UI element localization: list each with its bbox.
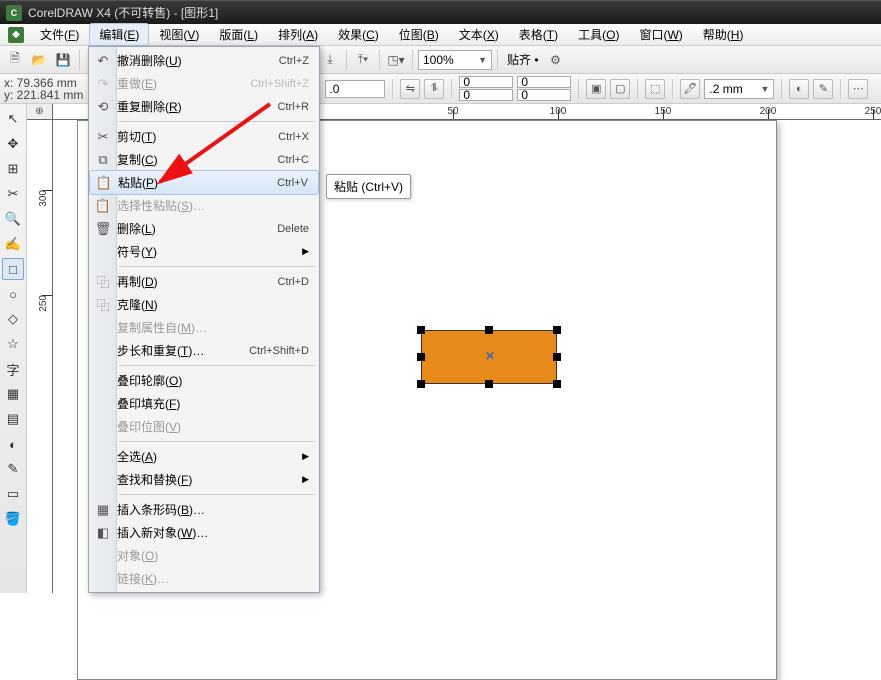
- tool-6[interactable]: □: [2, 258, 24, 280]
- menu-5[interactable]: 效果(C): [328, 23, 389, 46]
- selection-handle[interactable]: [553, 380, 561, 388]
- selection-handle[interactable]: [417, 353, 425, 361]
- spin-2a[interactable]: 0: [517, 76, 571, 88]
- window-title: CorelDRAW X4 (不可转售) - [图形1]: [28, 4, 218, 21]
- selection-handle[interactable]: [553, 326, 561, 334]
- mirror-h-icon[interactable]: ⇋: [400, 79, 420, 99]
- coordinates-readout: x: 79.366 mm y: 221.841 mm: [4, 77, 83, 101]
- wrap-icon[interactable]: ⬚: [645, 79, 665, 99]
- tool-9[interactable]: ☆: [2, 333, 24, 355]
- menu-2[interactable]: 视图(V): [149, 23, 209, 46]
- more-icon[interactable]: ⋯: [848, 79, 868, 99]
- tool-8[interactable]: ◇: [2, 308, 24, 330]
- menu-item-剪切[interactable]: ✂剪切(T)Ctrl+X: [89, 125, 319, 148]
- tool-7[interactable]: ○: [2, 283, 24, 305]
- menu-item-全选[interactable]: 全选(A)▶: [89, 445, 319, 468]
- menu-bar: ◆ 文件(F)编辑(E)视图(V)版面(L)排列(A)效果(C)位图(B)文本(…: [0, 24, 881, 46]
- selection-handle[interactable]: [485, 380, 493, 388]
- menu-item-再制[interactable]: ⿻再制(D)Ctrl+D: [89, 270, 319, 293]
- to-back-icon[interactable]: ▢: [610, 79, 630, 99]
- selection-handle[interactable]: [417, 326, 425, 334]
- menu-7[interactable]: 文本(X): [449, 23, 509, 46]
- selection-handle[interactable]: [417, 380, 425, 388]
- menu-item-复制[interactable]: ⧉复制(C)Ctrl+C: [89, 148, 319, 171]
- tool-1[interactable]: ✥: [2, 133, 24, 155]
- tool-14[interactable]: ✎: [2, 458, 24, 480]
- selection-center-icon[interactable]: ✕: [485, 349, 495, 363]
- menu-8[interactable]: 表格(T): [509, 23, 568, 46]
- tooltip: 粘贴 (Ctrl+V): [326, 174, 411, 199]
- to-front-icon[interactable]: ▣: [586, 79, 606, 99]
- tool-15[interactable]: ▭: [2, 483, 24, 505]
- ruler-vertical: 300250: [27, 120, 53, 593]
- menu-item-步长和重复[interactable]: 步长和重复(T)…Ctrl+Shift+D: [89, 339, 319, 362]
- menu-1[interactable]: 编辑(E): [89, 23, 149, 46]
- export-icon[interactable]: ⤒▾: [352, 49, 374, 71]
- tool-10[interactable]: 字: [2, 358, 24, 380]
- spin-1a[interactable]: 0: [459, 76, 513, 88]
- menu-0[interactable]: 文件(F): [30, 23, 89, 46]
- menu-item-叠印位图: 叠印位图(V): [89, 415, 319, 438]
- menu-item-克隆[interactable]: ⿻克隆(N): [89, 293, 319, 316]
- menu-item-叠印填充[interactable]: 叠印填充(F): [89, 392, 319, 415]
- menu-11[interactable]: 帮助(H): [693, 23, 754, 46]
- app-icon-small[interactable]: ◆: [8, 27, 24, 43]
- app-launcher-icon[interactable]: ◳▾: [385, 49, 407, 71]
- selection-handle[interactable]: [553, 353, 561, 361]
- save-icon[interactable]: 💾: [52, 49, 74, 71]
- menu-item-选择性粘贴: 📋选择性粘贴(S)…: [89, 194, 319, 217]
- tool-0[interactable]: ↖: [2, 108, 24, 130]
- menu-item-重复删除[interactable]: ⟲重复删除(R)Ctrl+R: [89, 95, 319, 118]
- tool-5[interactable]: ✍: [2, 233, 24, 255]
- menu-4[interactable]: 排列(A): [268, 23, 328, 46]
- outline-pen-icon[interactable]: 🖊: [680, 79, 700, 99]
- tool-4[interactable]: 🔍: [2, 208, 24, 230]
- menu-item-查找和替换[interactable]: 查找和替换(F)▶: [89, 468, 319, 491]
- menu-item-粘贴[interactable]: 📋粘贴(P)Ctrl+V: [89, 170, 319, 195]
- new-icon[interactable]: 🗎: [4, 49, 26, 71]
- tool-3[interactable]: ✂: [2, 183, 24, 205]
- menu-item-叠印轮廓[interactable]: 叠印轮廓(O): [89, 369, 319, 392]
- convert-icon[interactable]: ◐: [789, 79, 809, 99]
- options-icon[interactable]: ⚙: [545, 49, 567, 71]
- spin-2b[interactable]: 0: [517, 89, 571, 101]
- tool-2[interactable]: ⊞: [2, 158, 24, 180]
- menu-10[interactable]: 窗口(W): [629, 23, 692, 46]
- menu-3[interactable]: 版面(L): [209, 23, 268, 46]
- menu-item-撤消删除[interactable]: ↶撤消删除(U)Ctrl+Z: [89, 49, 319, 72]
- menu-item-重做: ↷重做(E)Ctrl+Shift+Z: [89, 72, 319, 95]
- menu-item-删除[interactable]: 🗑删除(L)Delete: [89, 217, 319, 240]
- tool-12[interactable]: ▤: [2, 408, 24, 430]
- spin-1b[interactable]: 0: [459, 89, 513, 101]
- selection-handle[interactable]: [485, 326, 493, 334]
- tool-11[interactable]: ▦: [2, 383, 24, 405]
- menu-item-插入新对象[interactable]: ◧插入新对象(W)…: [89, 521, 319, 544]
- edit-menu-dropdown: ↶撤消删除(U)Ctrl+Z↷重做(E)Ctrl+Shift+Z⟲重复删除(R)…: [88, 46, 320, 593]
- edit-icon[interactable]: ✎: [813, 79, 833, 99]
- toolbox: ↖ ✥ ⊞ ✂ 🔍 ✍ □ ○ ◇ ☆ 字 ▦ ▤ ◐ ✎ ▭ 🪣: [0, 104, 27, 593]
- ruler-origin[interactable]: ⊕: [27, 104, 53, 120]
- menu-item-符号[interactable]: 符号(Y)▶: [89, 240, 319, 263]
- menu-item-插入条形码[interactable]: ▦插入条形码(B)…: [89, 498, 319, 521]
- rotation-field[interactable]: .0: [325, 80, 385, 98]
- tool-13[interactable]: ◐: [2, 433, 24, 455]
- outline-width-field[interactable]: .2 mm▼: [704, 79, 774, 99]
- menu-item-复制属性自: 复制属性自(M)…: [89, 316, 319, 339]
- menu-item-对象: 对象(O): [89, 544, 319, 567]
- zoom-field[interactable]: 100%▼: [418, 50, 492, 70]
- import-icon[interactable]: ⤓: [319, 49, 341, 71]
- mirror-v-icon[interactable]: ⥮: [424, 79, 444, 99]
- menu-item-链接: 链接(K)…: [89, 567, 319, 590]
- snap-dropdown[interactable]: 贴齐 •: [503, 51, 543, 68]
- title-bar: C CorelDRAW X4 (不可转售) - [图形1]: [0, 0, 881, 24]
- menu-6[interactable]: 位图(B): [389, 23, 449, 46]
- menu-9[interactable]: 工具(O): [568, 23, 629, 46]
- tool-16[interactable]: 🪣: [2, 508, 24, 530]
- open-icon[interactable]: 📂: [28, 49, 50, 71]
- app-icon: C: [6, 5, 22, 21]
